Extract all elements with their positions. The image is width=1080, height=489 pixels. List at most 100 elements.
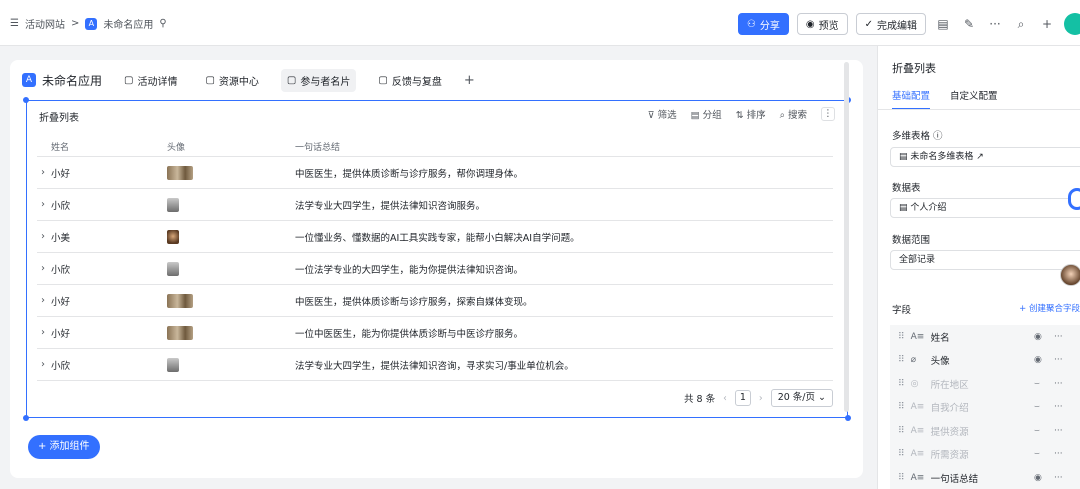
eye-icon[interactable]: ◉ — [1034, 473, 1042, 483]
avatar-image[interactable] — [167, 261, 179, 276]
more-icon[interactable]: ··· — [1054, 379, 1063, 389]
drag-handle-icon[interactable]: ⠿ — [898, 379, 905, 389]
breadcrumb-app[interactable]: 未命名应用 — [103, 16, 153, 31]
expand-chevron-icon[interactable]: › — [41, 327, 45, 338]
table-row[interactable]: › 小好 一位中医医生，能为你提供体质诊断与中医诊疗服务。 — [37, 317, 833, 349]
next-page-icon[interactable]: › — [759, 393, 763, 404]
tab-resource-center[interactable]: ▢ 资源中心 — [199, 69, 264, 92]
avatar-image[interactable] — [167, 325, 193, 340]
expand-chevron-icon[interactable]: › — [41, 295, 45, 306]
add-tab-icon[interactable]: + — [464, 73, 475, 88]
sort-label: 排序 — [746, 110, 766, 121]
more-icon[interactable]: ··· — [1054, 332, 1063, 342]
avatar-image[interactable] — [167, 229, 179, 244]
drag-handle-icon[interactable]: ⠿ — [898, 426, 905, 436]
preview-button[interactable]: ◉ 预览 — [796, 13, 848, 35]
avatar-cell — [167, 293, 295, 308]
eye-closed-icon[interactable]: ⌣ — [1034, 449, 1040, 459]
scrollbar[interactable] — [844, 62, 849, 412]
eye-closed-icon[interactable]: ⌣ — [1034, 379, 1040, 389]
filter-button[interactable]: ⊽ 筛选 — [648, 107, 677, 121]
collapse-list-widget[interactable]: 折叠列表 ⊽ 筛选 ▤ 分组 ⇅ 排序 ⌕ 搜索 ⋮ 姓名 头像 一句话总结 ›… — [23, 97, 851, 421]
field-type-icon: ◎ — [910, 378, 919, 389]
more-icon[interactable]: ··· — [1054, 426, 1063, 436]
sheet-select[interactable]: ▤ 个人介绍 — [890, 198, 1080, 218]
eye-closed-icon[interactable]: ⌣ — [1034, 426, 1040, 436]
prev-page-icon[interactable]: ‹ — [723, 393, 727, 404]
pin-icon[interactable]: ⚲ — [159, 18, 166, 29]
more-icon[interactable]: ⋮ — [821, 107, 835, 121]
field-item[interactable]: ⠿ A≡ 一句话总结 ◉ ··· — [890, 466, 1080, 489]
more-icon[interactable]: ··· — [1054, 449, 1063, 459]
range-select[interactable]: 全部记录 — [890, 250, 1080, 270]
breadcrumb-site[interactable]: 活动网站 — [25, 16, 65, 31]
drag-handle-icon[interactable]: ⠿ — [898, 473, 905, 483]
avatar[interactable] — [1064, 13, 1080, 35]
tab-feedback-review[interactable]: ▢ 反馈与复盘 — [372, 69, 447, 92]
field-item[interactable]: ⠿ A≡ 姓名 ◉ ··· — [890, 325, 1080, 349]
sort-button[interactable]: ⇅ 排序 — [736, 107, 766, 121]
field-name: 提供资源 — [930, 426, 969, 438]
finish-edit-button[interactable]: ✓ 完成编辑 — [855, 13, 926, 35]
field-item[interactable]: ⠿ ◎ 所在地区 ⌣ ··· — [890, 372, 1080, 396]
external-link-icon[interactable]: ↗ — [976, 152, 984, 162]
tab-label: 资源中心 — [218, 76, 259, 88]
expand-chevron-icon[interactable]: › — [41, 231, 45, 242]
field-item[interactable]: ⠿ A≡ 自我介绍 ⌣ ··· — [890, 396, 1080, 420]
add-widget-button[interactable]: + 添加组件 — [28, 435, 100, 459]
expand-chevron-icon[interactable]: › — [41, 263, 45, 274]
avatar[interactable] — [1060, 264, 1080, 286]
resize-handle[interactable] — [23, 415, 29, 421]
expand-chevron-icon[interactable]: › — [41, 359, 45, 370]
add-icon[interactable]: + — [1038, 15, 1056, 33]
group-button[interactable]: ▤ 分组 — [691, 107, 722, 121]
tab-activity-detail[interactable]: ▢ 活动详情 — [118, 69, 183, 92]
assistant-float-button[interactable] — [1068, 188, 1080, 210]
table-row[interactable]: › 小欣 法学专业大四学生，提供法律知识咨询服务。 — [37, 189, 833, 221]
filter-label: 筛选 — [657, 110, 677, 121]
tree-list-icon[interactable]: ☰ — [10, 18, 19, 29]
range-value: 全部记录 — [899, 255, 936, 265]
resize-handle[interactable] — [23, 97, 29, 103]
share-button[interactable]: ⚇ 分享 — [737, 13, 789, 35]
search-button[interactable]: ⌕ 搜索 — [780, 107, 807, 121]
theme-icon[interactable]: ✎ — [960, 15, 978, 33]
page-size-select[interactable]: 20 条/页 ⌄ — [770, 389, 833, 407]
table-row[interactable]: › 小美 一位懂业务、懂数据的AI工具实践专家，能帮小白解决AI自学问题。 — [37, 221, 833, 253]
drag-handle-icon[interactable]: ⠿ — [898, 332, 905, 342]
more-icon[interactable]: ··· — [1054, 473, 1063, 483]
table-row[interactable]: › 小欣 法学专业大四学生，提供法律知识咨询，寻求实习/事业单位机会。 — [37, 349, 833, 381]
drag-handle-icon[interactable]: ⠿ — [898, 355, 905, 365]
table-row[interactable]: › 小好 中医医生，提供体质诊断与诊疗服务，帮你调理身体。 — [37, 157, 833, 189]
avatar-image[interactable] — [167, 293, 193, 308]
eye-icon[interactable]: ◉ — [1034, 332, 1042, 342]
avatar-image[interactable] — [167, 357, 179, 372]
expand-chevron-icon[interactable]: › — [41, 167, 45, 178]
tab-custom-config[interactable]: 自定义配置 — [950, 88, 998, 110]
expand-chevron-icon[interactable]: › — [41, 199, 45, 210]
table-row[interactable]: › 小欣 一位法学专业的大四学生，能为你提供法律知识咨询。 — [37, 253, 833, 285]
field-item[interactable]: ⠿ A≡ 所需资源 ⌣ ··· — [890, 443, 1080, 467]
more-icon[interactable]: ··· — [1054, 402, 1063, 412]
field-item[interactable]: ⠿ A≡ 提供资源 ⌣ ··· — [890, 419, 1080, 443]
drag-handle-icon[interactable]: ⠿ — [898, 402, 905, 412]
eye-closed-icon[interactable]: ⌣ — [1034, 402, 1040, 412]
more-icon[interactable]: ··· — [986, 15, 1004, 33]
more-icon[interactable]: ··· — [1054, 355, 1063, 365]
resize-handle[interactable] — [845, 415, 851, 421]
drag-handle-icon[interactable]: ⠿ — [898, 449, 905, 459]
field-item[interactable]: ⠿ ⌀ 头像 ◉ ··· — [890, 349, 1080, 373]
field-type-icon: A≡ — [910, 331, 925, 342]
tab-basic-config[interactable]: 基础配置 — [892, 88, 931, 110]
template-icon[interactable]: ▤ — [934, 15, 952, 33]
table-row[interactable]: › 小好 中医医生，提供体质诊断与诊疗服务，探索自媒体变现。 — [37, 285, 833, 317]
avatar-image[interactable] — [167, 165, 193, 180]
create-agg-field-button[interactable]: + 创建聚合字段 — [1019, 302, 1080, 314]
search-icon[interactable]: ⌕ — [1012, 15, 1030, 33]
avatar-image[interactable] — [167, 197, 179, 212]
page-number[interactable]: 1 — [734, 390, 751, 406]
tab-participant-cards[interactable]: ▢ 参与者名片 — [280, 68, 357, 92]
eye-icon[interactable]: ◉ — [1034, 355, 1042, 365]
table-select[interactable]: ▤ 未命名多维表格 ↗ — [890, 147, 1080, 167]
field-name: 所需资源 — [930, 450, 969, 462]
